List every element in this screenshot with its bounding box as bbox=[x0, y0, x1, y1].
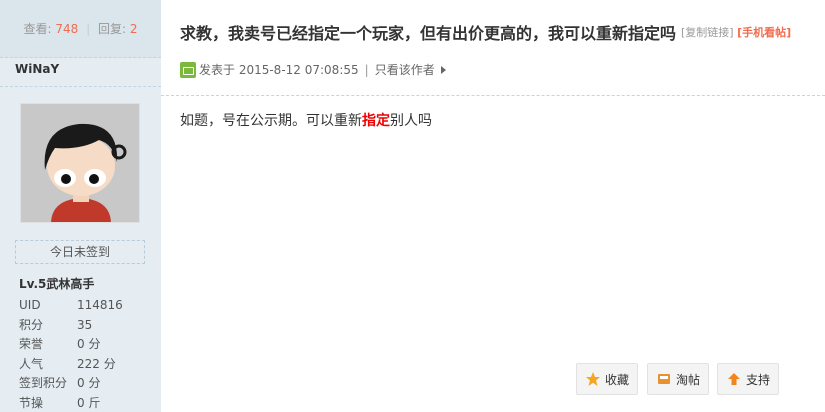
star-icon bbox=[586, 372, 600, 386]
info-row-uid: UID 114816 bbox=[19, 296, 149, 316]
title-links: [复制链接] [手机看帖] bbox=[681, 24, 791, 40]
info-key: 节操 bbox=[19, 395, 44, 410]
thread-stats: 查看: 748 | 回复: 2 bbox=[0, 0, 161, 58]
post-meta: 发表于 2015-8-12 07:08:55 | 只看该作者 bbox=[180, 61, 446, 78]
author-sidebar: 查看: 748 | 回复: 2 WiNaY 今日未签到 Lv.5武林高手 UID… bbox=[0, 0, 161, 412]
post-main: 求教，我卖号已经指定一个玩家，但有出价更高的，我可以重新指定吗 [复制链接] [… bbox=[161, 0, 825, 412]
info-key: 荣誉 bbox=[19, 337, 44, 351]
only-author-link[interactable]: 只看该作者 bbox=[375, 61, 435, 78]
info-value: 0 分 bbox=[77, 376, 101, 390]
info-value: 114816 bbox=[77, 298, 123, 312]
views-count: 748 bbox=[55, 22, 79, 36]
user-level[interactable]: Lv.5武林高手 bbox=[19, 275, 94, 292]
copy-link[interactable]: [复制链接] bbox=[681, 26, 734, 39]
content-text-end: 别人吗 bbox=[390, 113, 432, 129]
favorite-label: 收藏 bbox=[605, 372, 630, 387]
views-label: 查看: bbox=[23, 22, 52, 36]
stats-separator: | bbox=[86, 22, 91, 36]
post-actions: 收藏 淘帖 支持 bbox=[161, 363, 825, 397]
content-text: 如题，号在公示期。可以重新 bbox=[180, 113, 362, 129]
info-value: 0 分 bbox=[77, 337, 101, 351]
mobile-view-link[interactable]: [手机看帖] bbox=[737, 26, 791, 39]
tao-label: 淘帖 bbox=[676, 372, 701, 387]
checkin-status[interactable]: 今日未签到 bbox=[15, 240, 145, 264]
info-key: UID bbox=[19, 298, 41, 312]
info-row-integrity: 节操 0 斤 bbox=[19, 394, 149, 412]
post-title-bar: 求教，我卖号已经指定一个玩家，但有出价更高的，我可以重新指定吗 [复制链接] [… bbox=[161, 0, 825, 50]
replies-count: 2 bbox=[129, 22, 138, 36]
info-row-points: 积分 35 bbox=[19, 316, 149, 336]
post-title: 求教，我卖号已经指定一个玩家，但有出价更高的，我可以重新指定吗 bbox=[180, 24, 677, 43]
online-status-icon bbox=[180, 61, 196, 78]
tao-button[interactable]: 淘帖 bbox=[647, 363, 710, 395]
tray-icon bbox=[658, 374, 670, 384]
support-button[interactable]: 支持 bbox=[717, 363, 780, 395]
info-row-honor: 荣誉 0 分 bbox=[19, 335, 149, 355]
info-key: 签到积分 bbox=[19, 376, 68, 390]
info-row-checkin-points: 签到积分 0 分 bbox=[19, 374, 149, 394]
info-value: 222 分 bbox=[77, 356, 116, 371]
info-row-popularity: 人气 222 分 bbox=[19, 355, 149, 375]
info-key: 积分 bbox=[19, 317, 44, 332]
post-content: 如题，号在公示期。可以重新指定别人吗 bbox=[180, 110, 432, 130]
meta-separator: | bbox=[364, 62, 369, 77]
info-key: 人气 bbox=[19, 356, 44, 371]
post-meta-bar: 发表于 2015-8-12 07:08:55 | 只看该作者 bbox=[161, 50, 825, 96]
avatar[interactable] bbox=[20, 103, 140, 223]
play-arrow-icon[interactable] bbox=[440, 65, 446, 74]
up-arrow-icon bbox=[728, 373, 740, 385]
favorite-button[interactable]: 收藏 bbox=[576, 363, 639, 395]
sidebar-divider bbox=[0, 86, 161, 87]
replies-label: 回复: bbox=[97, 22, 127, 36]
info-value: 35 bbox=[77, 317, 93, 332]
content-highlight[interactable]: 指定 bbox=[362, 113, 390, 129]
info-value: 0 斤 bbox=[77, 395, 101, 410]
user-info-list: UID 114816 积分 35 荣誉 0 分 人气 222 分 签到积分 0 … bbox=[19, 296, 149, 412]
support-label: 支持 bbox=[746, 372, 771, 387]
author-username[interactable]: WiNaY bbox=[15, 62, 59, 76]
post-date: 发表于 2015-8-12 07:08:55 bbox=[199, 63, 359, 77]
